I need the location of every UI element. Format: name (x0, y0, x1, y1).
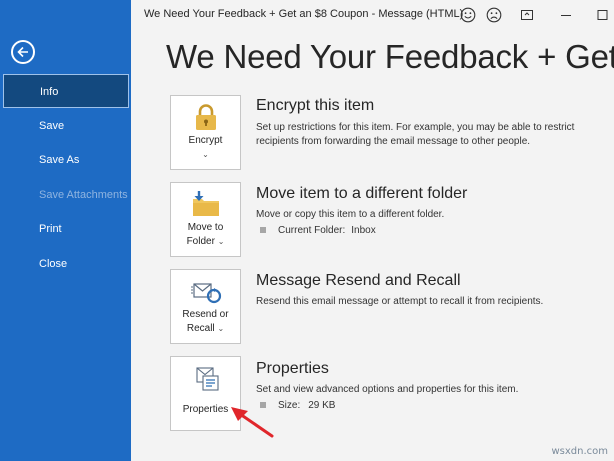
ribbon-display-icon[interactable] (520, 8, 534, 22)
move-to-label: Move to (187, 222, 224, 233)
recall-label: Recall ⌄ (186, 323, 225, 334)
watermark: wsxdn.com (551, 446, 608, 457)
chevron-down-icon: ⌄ (202, 150, 209, 159)
move-item-title: Move item to a different folder (256, 185, 468, 202)
encrypt-title: Encrypt this item (256, 97, 375, 114)
resend-recall-button[interactable]: Resend or Recall ⌄ (170, 269, 241, 344)
resend-recall-icon (191, 283, 222, 304)
annotation-arrow-icon (231, 407, 274, 438)
encrypt-button[interactable]: Encrypt ⌄ (170, 95, 241, 170)
move-item-description: Move or copy this item to a different fo… (256, 209, 445, 220)
sidebar-item-save-attachments: Save Attachments (39, 189, 128, 201)
page-title: We Need Your Feedback + Get (166, 38, 614, 75)
resend-recall-description: Resend this email message or attempt to … (256, 296, 544, 307)
resend-or-label: Resend or (182, 309, 229, 320)
move-to-folder-button[interactable]: Move to Folder ⌄ (170, 182, 241, 257)
properties-description: Set and view advanced options and proper… (256, 384, 519, 395)
folder-label: Folder ⌄ (186, 236, 225, 247)
smile-icon[interactable] (460, 7, 476, 23)
frown-icon[interactable] (486, 7, 502, 23)
sidebar-item-print[interactable]: Print (0, 212, 131, 246)
sidebar-item-close[interactable]: Close (0, 247, 131, 281)
properties-title: Properties (256, 360, 329, 377)
window-title: We Need Your Feedback + Get an $8 Coupon… (144, 8, 464, 20)
title-bar: We Need Your Feedback + Get an $8 Coupon… (131, 0, 614, 32)
current-folder-detail: Current Folder: Inbox (260, 225, 376, 236)
encrypt-label: Encrypt (188, 135, 223, 146)
resend-recall-title: Message Resend and Recall (256, 272, 461, 289)
move-to-folder-icon (193, 191, 219, 216)
back-button[interactable] (11, 40, 35, 64)
sidebar-item-save[interactable]: Save (0, 109, 131, 143)
bullet-icon (260, 227, 266, 233)
lock-icon (196, 104, 216, 130)
encrypt-description: Set up restrictions for this item. For e… (256, 122, 575, 147)
maximize-icon[interactable] (596, 8, 608, 22)
back-arrow-icon (17, 46, 28, 58)
sidebar-item-save-as[interactable]: Save As (0, 143, 131, 177)
properties-icon (196, 367, 219, 391)
backstage-sidebar: Info Save Save As Save Attachments Print… (0, 0, 131, 461)
minimize-icon[interactable] (559, 8, 573, 22)
sidebar-item-info[interactable]: Info (3, 74, 129, 108)
